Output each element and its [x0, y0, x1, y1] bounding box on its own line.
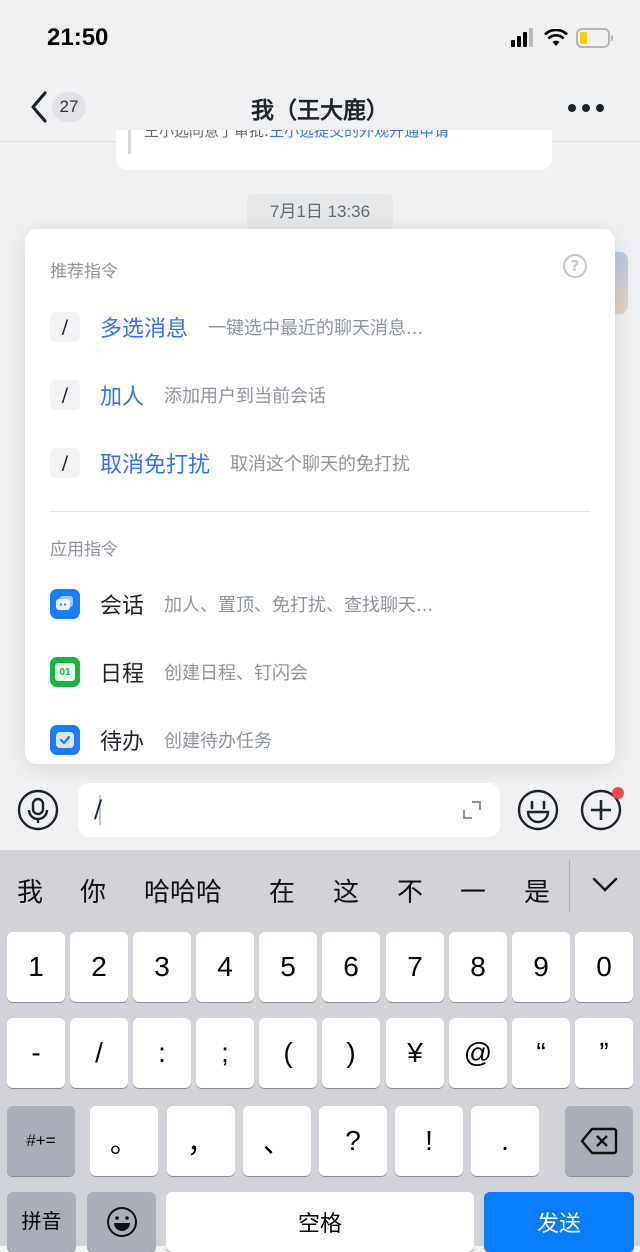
cellular-signal-icon — [511, 28, 533, 47]
key[interactable]: 2 — [70, 932, 128, 1002]
avatar[interactable] — [615, 252, 628, 314]
app-command-item[interactable]: 会话 加人、置顶、免打扰、查找聊天... — [50, 588, 433, 620]
todo-check-icon — [50, 725, 80, 755]
command-name: 加人 — [100, 385, 145, 410]
status-time: 21:50 — [47, 24, 109, 51]
chat-bubble-icon — [50, 589, 80, 619]
key[interactable]: / — [70, 1018, 128, 1088]
candidate-word[interactable]: 哈哈哈 — [144, 872, 222, 909]
app-command-item[interactable]: 待办 创建待办任务 — [50, 724, 272, 756]
candidate-separator — [569, 860, 570, 912]
key[interactable]: ¥ — [386, 1018, 444, 1088]
space-key[interactable]: 空格 — [166, 1192, 474, 1252]
message-card[interactable]: 王小选同意了审批:王小选提交的外观开通申请 — [116, 130, 552, 170]
emoji-icon[interactable] — [517, 789, 559, 831]
symbols-toggle-key[interactable]: #+= — [7, 1106, 75, 1176]
key[interactable]: 6 — [322, 932, 380, 1002]
more-dots-icon — [568, 104, 576, 112]
command-item[interactable]: / 多选消息 一键选中最近的聊天消息... — [50, 311, 423, 343]
command-popup: 推荐指令 ? / 多选消息 一键选中最近的聊天消息... / 加人 添加用户到当… — [25, 229, 615, 764]
help-icon[interactable]: ? — [563, 254, 587, 278]
key[interactable]: ? — [319, 1106, 387, 1176]
command-item[interactable]: / 取消免打扰 取消这个聊天的免打扰 — [50, 447, 410, 479]
chevron-down-icon[interactable] — [590, 874, 620, 894]
key[interactable]: “ — [512, 1018, 570, 1088]
recommended-commands-title: 推荐指令 — [50, 262, 118, 282]
key[interactable]: 8 — [449, 932, 507, 1002]
more-button[interactable] — [568, 104, 604, 112]
command-item[interactable]: / 加人 添加用户到当前会话 — [50, 379, 326, 411]
key[interactable]: ; — [196, 1018, 254, 1088]
key[interactable]: 5 — [259, 932, 317, 1002]
send-key[interactable]: 发送 — [484, 1192, 634, 1252]
section-divider — [50, 511, 590, 512]
chat-title: 我（王大鹿） — [251, 98, 389, 124]
command-name: 取消免打扰 — [100, 453, 211, 478]
key[interactable]: 4 — [196, 932, 254, 1002]
candidate-word[interactable]: 是 — [524, 872, 550, 909]
key[interactable]: 9 — [512, 932, 570, 1002]
message-text: 王小选同意了审批: — [144, 130, 270, 139]
candidate-word[interactable]: 一 — [460, 872, 486, 909]
status-bar: 21:50 — [0, 0, 640, 76]
command-name: 多选消息 — [100, 317, 189, 342]
battery-icon — [576, 28, 613, 48]
message-link[interactable]: 王小选提交的外观开通申请 — [269, 130, 449, 139]
app-command-desc: 创建日程、钉闪会 — [164, 663, 309, 684]
slash-icon: / — [50, 448, 80, 478]
key[interactable]: 。 — [90, 1106, 158, 1176]
keyboard: 我 你 哈哈哈 在 这 不 一 是 #+= 拼音 空格 发送 123456789… — [0, 850, 640, 1252]
app-command-desc: 创建待办任务 — [164, 731, 273, 752]
key[interactable]: ( — [259, 1018, 317, 1088]
candidate-word[interactable]: 我 — [17, 872, 43, 909]
key[interactable]: ， — [167, 1106, 235, 1176]
key[interactable]: @ — [449, 1018, 507, 1088]
pinyin-key[interactable]: 拼音 — [7, 1192, 76, 1252]
app-command-desc: 加人、置顶、免打扰、查找聊天... — [164, 595, 434, 616]
candidate-word[interactable]: 你 — [80, 872, 106, 909]
app-command-name: 待办 — [100, 730, 145, 755]
key[interactable]: 1 — [7, 932, 65, 1002]
key[interactable]: ) — [322, 1018, 380, 1088]
key[interactable]: 7 — [386, 932, 444, 1002]
message-timestamp: 7月1日 13:36 — [247, 194, 393, 230]
emoji-key[interactable] — [87, 1192, 156, 1252]
candidate-word[interactable]: 在 — [269, 872, 295, 909]
message-input-value: / — [94, 795, 103, 823]
key[interactable]: ! — [395, 1106, 463, 1176]
slash-icon: / — [50, 312, 80, 342]
message-input-bar: / — [0, 783, 640, 850]
command-desc: 取消这个聊天的免打扰 — [230, 454, 411, 475]
notification-dot — [612, 787, 624, 799]
app-commands-title: 应用指令 — [50, 540, 118, 560]
key[interactable]: : — [133, 1018, 191, 1088]
command-desc: 一键选中最近的聊天消息... — [208, 318, 424, 339]
wifi-icon — [544, 29, 568, 46]
app-command-item[interactable]: 01 日程 创建日程、钉闪会 — [50, 656, 308, 688]
app-command-name: 日程 — [100, 662, 145, 687]
backspace-key[interactable] — [565, 1106, 633, 1176]
slash-icon: / — [50, 380, 80, 410]
emoji-icon — [106, 1207, 137, 1237]
key[interactable]: 、 — [243, 1106, 311, 1176]
backspace-icon — [580, 1127, 618, 1155]
key[interactable]: 3 — [133, 932, 191, 1002]
candidate-word[interactable]: 这 — [333, 872, 359, 909]
key[interactable]: - — [7, 1018, 65, 1088]
key[interactable]: ” — [575, 1018, 633, 1088]
message-input[interactable]: / — [78, 783, 500, 837]
app-command-name: 会话 — [100, 594, 145, 619]
command-desc: 添加用户到当前会话 — [164, 386, 327, 407]
calendar-icon: 01 — [50, 657, 80, 687]
quote-bar — [128, 130, 131, 154]
key[interactable]: 0 — [575, 932, 633, 1002]
microphone-icon[interactable] — [17, 789, 59, 831]
key[interactable]: . — [471, 1106, 539, 1176]
candidate-word[interactable]: 不 — [397, 872, 423, 909]
expand-icon[interactable] — [462, 800, 482, 820]
